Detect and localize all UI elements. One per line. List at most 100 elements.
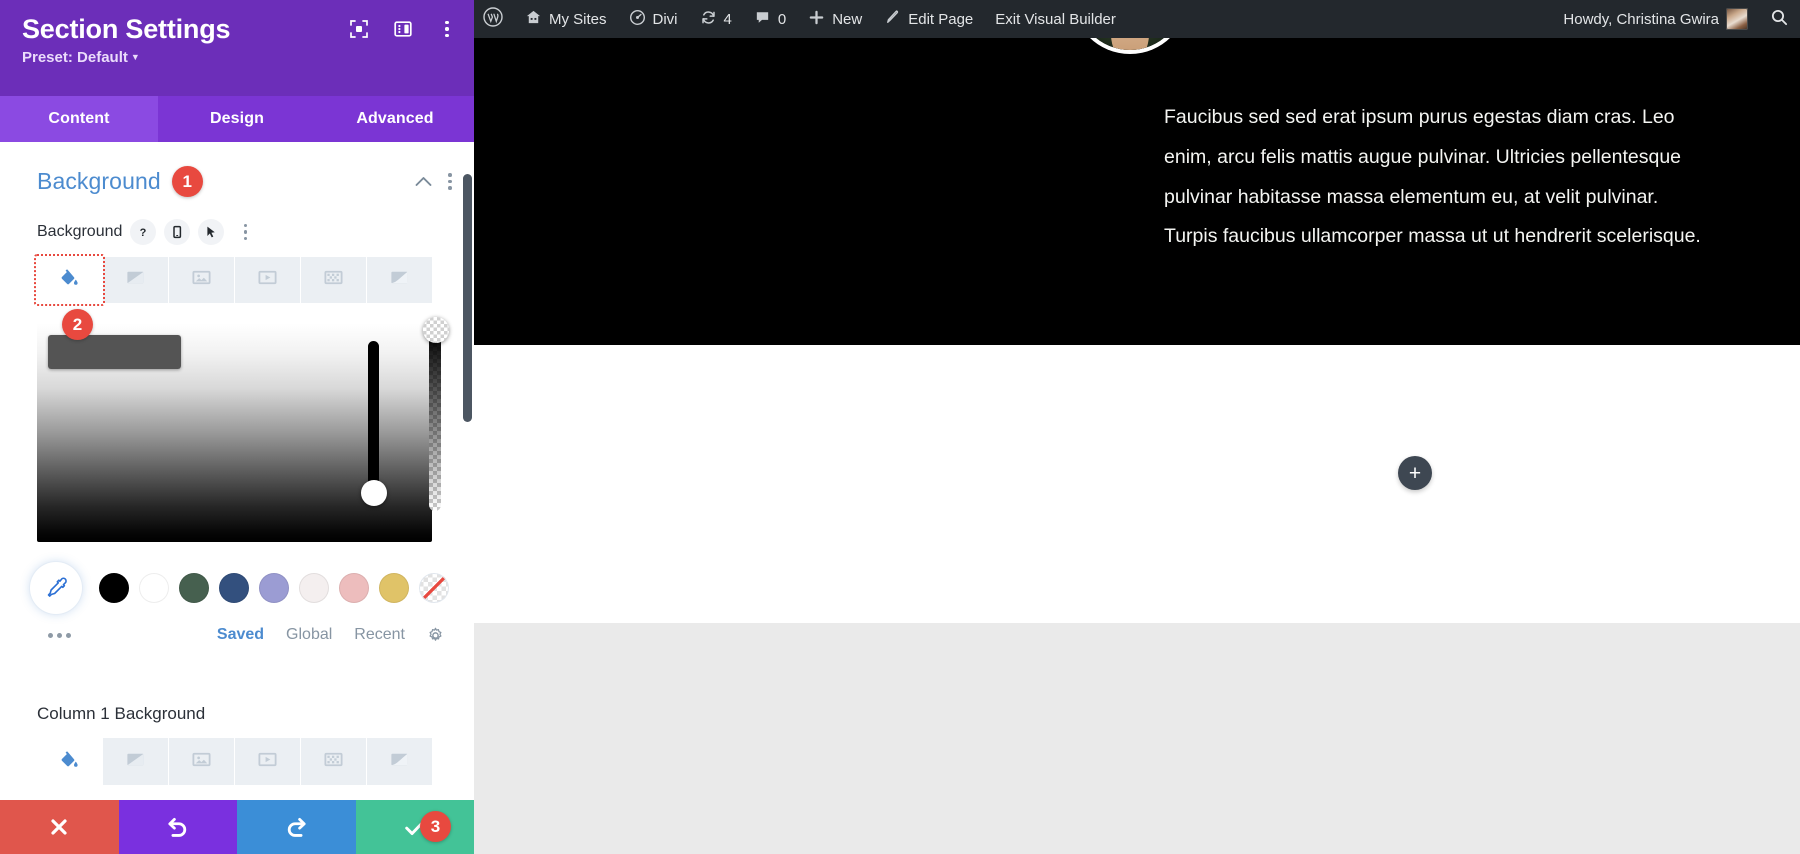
swatch-tab-links: Saved Global Recent: [217, 626, 444, 644]
page-preview-stage: Faucibus sed sed erat ipsum purus egesta…: [474, 0, 1800, 854]
my-sites-label: My Sites: [549, 10, 607, 28]
field-options-icon[interactable]: [232, 219, 258, 245]
exit-visual-builder-item[interactable]: Exit Visual Builder: [984, 0, 1127, 38]
step-badge-1: 1: [171, 166, 203, 197]
chevron-up-icon[interactable]: [415, 173, 432, 190]
hex-input[interactable]: [48, 335, 181, 369]
background-field-label-row: Background ?: [0, 219, 474, 245]
tab-content[interactable]: Content: [0, 96, 158, 142]
focus-icon[interactable]: [346, 16, 372, 42]
swatch-tab-saved[interactable]: Saved: [217, 626, 264, 644]
background-gradient-tab[interactable]: [103, 257, 169, 303]
color-picker: 2 ✔: [37, 309, 449, 542]
mobile-icon[interactable]: [164, 219, 191, 245]
howdy-user-item[interactable]: Howdy, Christina Gwira: [1552, 0, 1759, 38]
alpha-slider-handle[interactable]: [423, 317, 449, 343]
layout-panel-icon[interactable]: [390, 16, 416, 42]
experience-section: Experience: [474, 623, 1800, 854]
cursor-icon[interactable]: [198, 219, 225, 245]
swatch-tab-global[interactable]: Global: [286, 626, 332, 644]
panel-header-actions: [346, 16, 460, 42]
panel-header: Section Settings Preset: Default ▼: [0, 0, 474, 96]
undo-button[interactable]: [118, 800, 237, 854]
tab-advanced[interactable]: Advanced: [316, 96, 474, 142]
hero-paragraph: Faucibus sed sed erat ipsum purus egesta…: [1164, 106, 1701, 248]
image-icon: [191, 749, 212, 775]
comments-item[interactable]: 0: [743, 0, 797, 38]
preset-selector[interactable]: Preset: Default ▼: [22, 49, 452, 66]
panel-scrollbar[interactable]: [463, 174, 472, 422]
edit-page-label: Edit Page: [908, 10, 974, 28]
svg-text:?: ?: [140, 227, 147, 239]
swatch-tab-recent[interactable]: Recent: [354, 626, 405, 644]
column-background-gradient-tab[interactable]: [103, 738, 169, 785]
wordpress-admin-bar: My Sites Divi 4 0 New Edit Page Exit Vis…: [474, 0, 1800, 38]
background-mask-tab[interactable]: [367, 257, 432, 303]
howdy-label: Howdy, Christina Gwira: [1563, 10, 1719, 28]
image-icon: [191, 267, 212, 293]
gradient-icon: [125, 749, 146, 775]
background-toggle-title: Background: [37, 168, 161, 194]
sites-house-icon: [525, 9, 542, 30]
panel-tab-bar: Content Design Advanced: [0, 96, 474, 142]
updates-count: 4: [723, 10, 732, 28]
kebab-menu-icon[interactable]: [434, 16, 460, 42]
edit-page-item[interactable]: Edit Page: [873, 0, 984, 38]
column-background-video-tab[interactable]: [235, 738, 301, 785]
color-picker-saturation-area[interactable]: ✔: [37, 317, 449, 542]
divi-item[interactable]: Divi: [618, 0, 689, 38]
paint-bucket-icon: [59, 749, 80, 775]
swatch-white[interactable]: [139, 573, 169, 603]
eyedropper-button[interactable]: [30, 562, 82, 614]
comments-count: 0: [777, 10, 787, 28]
background-pattern-tab[interactable]: [301, 257, 367, 303]
alpha-slider[interactable]: [429, 331, 441, 511]
mask-icon: [389, 267, 410, 293]
search-button[interactable]: [1759, 0, 1800, 38]
column-background-pattern-tab[interactable]: [301, 738, 367, 785]
user-avatar: [1726, 8, 1748, 30]
video-icon: [257, 749, 278, 775]
discard-button[interactable]: [0, 800, 119, 854]
column-background-type-tabs: [37, 738, 432, 785]
background-toggle-actions: [415, 173, 452, 190]
redo-button[interactable]: [237, 800, 356, 854]
background-image-tab[interactable]: [169, 257, 235, 303]
save-button[interactable]: 3: [355, 800, 474, 854]
swatch-green[interactable]: [179, 573, 209, 603]
color-swatches: [30, 562, 449, 614]
plus-icon: [808, 9, 825, 30]
tab-design[interactable]: Design: [158, 96, 316, 142]
panel-action-bar: 3: [0, 800, 474, 854]
hero-section: Faucibus sed sed erat ipsum purus egesta…: [474, 0, 1800, 345]
background-color-tab[interactable]: [34, 254, 105, 306]
column-background-mask-tab[interactable]: [367, 738, 432, 785]
column-background-image-tab[interactable]: [169, 738, 235, 785]
swatch-navy[interactable]: [219, 573, 249, 603]
updates-item[interactable]: 4: [689, 0, 743, 38]
brightness-slider[interactable]: [368, 341, 379, 501]
divi-label: Divi: [652, 10, 678, 28]
swatch-black[interactable]: [99, 573, 129, 603]
column-background-color-tab[interactable]: [37, 738, 103, 785]
help-icon[interactable]: ?: [130, 219, 157, 245]
mask-icon: [389, 749, 410, 775]
swatch-periwinkle[interactable]: [259, 573, 289, 603]
my-sites-item[interactable]: My Sites: [514, 0, 618, 38]
more-swatches-icon[interactable]: [48, 632, 71, 638]
swatch-pink[interactable]: [339, 573, 369, 603]
background-type-tabs: [34, 254, 432, 306]
background-video-tab[interactable]: [235, 257, 301, 303]
new-item[interactable]: New: [797, 0, 873, 38]
background-options-icon[interactable]: [448, 173, 452, 190]
gradient-icon: [125, 267, 146, 293]
pattern-icon: [323, 749, 344, 775]
brightness-slider-handle[interactable]: [361, 480, 387, 506]
gear-icon[interactable]: [427, 627, 444, 644]
wordpress-logo-item[interactable]: [474, 0, 514, 38]
swatch-offwhite[interactable]: [299, 573, 329, 603]
swatch-none[interactable]: [419, 573, 449, 603]
swatch-gold[interactable]: [379, 573, 409, 603]
background-toggle-header[interactable]: Background 1: [0, 142, 474, 213]
add-module-button[interactable]: +: [1398, 456, 1432, 490]
